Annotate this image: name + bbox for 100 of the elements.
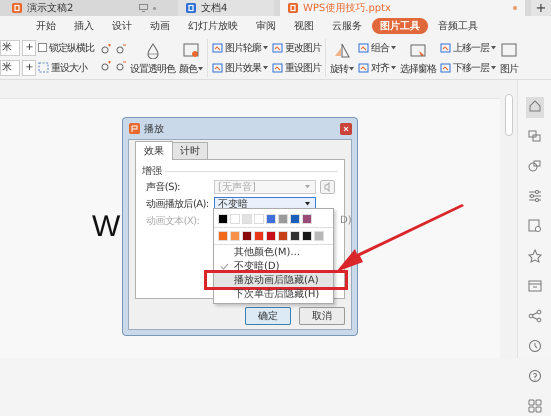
menu-tab[interactable]: 视图 <box>286 18 322 34</box>
size-field[interactable]: 米 <box>0 40 20 56</box>
menu-tab[interactable]: 开始 <box>28 18 64 34</box>
share-icon[interactable] <box>528 309 542 323</box>
ribbon-button[interactable]: 选择窗格 <box>400 40 436 76</box>
ribbon-button[interactable]: 图片轮廓 <box>212 40 268 54</box>
scrollbar-thumb[interactable] <box>505 94 513 136</box>
ribbon-button[interactable]: 下移一层 <box>440 60 496 74</box>
color-swatch[interactable] <box>290 231 300 241</box>
layers-icon[interactable] <box>528 129 542 143</box>
color-swatch[interactable] <box>278 214 288 224</box>
menu-tab[interactable]: 音频工具 <box>430 18 486 34</box>
ribbon-button[interactable]: 旋转 <box>330 40 354 76</box>
check-icon <box>220 262 228 270</box>
ribbon-button[interactable]: 上移一层 <box>440 40 496 54</box>
menu-tab[interactable]: 设计 <box>104 18 140 34</box>
sun-minus-icon[interactable] <box>115 60 126 72</box>
color-swatch[interactable] <box>266 214 276 224</box>
ribbon-button[interactable]: 颜色 <box>179 40 203 76</box>
shapes-icon[interactable] <box>528 159 542 173</box>
sun-minus-icon[interactable] <box>115 44 126 54</box>
menu-tab[interactable]: 插入 <box>66 18 102 34</box>
lock-ratio-checkbox[interactable]: 锁定纵横比 <box>38 40 94 54</box>
dialog-tab[interactable]: 效果 <box>135 141 173 160</box>
dialog-title: 播放 <box>144 122 165 136</box>
color-swatch[interactable] <box>254 231 264 241</box>
color-swatch[interactable] <box>290 214 300 224</box>
grid-icon[interactable] <box>528 399 542 413</box>
history-icon[interactable] <box>528 339 542 353</box>
app-icon <box>129 123 140 134</box>
button-label: 组合 <box>371 42 389 54</box>
ribbon-button[interactable]: 重设图片 <box>272 60 321 74</box>
field-label: 声音(S): <box>146 180 181 194</box>
menu-tab[interactable]: 幻灯片放映 <box>180 18 246 34</box>
sun-plus-icon[interactable] <box>100 44 111 54</box>
group-heading: 增强 <box>142 165 162 178</box>
color-swatch[interactable] <box>230 231 240 241</box>
ribbon-button[interactable]: 对齐 <box>358 60 396 74</box>
increase-button[interactable]: + <box>22 40 36 56</box>
home-icon[interactable] <box>528 99 542 113</box>
dialog-button[interactable]: 取消 <box>299 307 345 325</box>
button-label: 图片 <box>500 62 518 76</box>
color-swatch[interactable] <box>314 231 324 241</box>
caret-icon <box>305 202 310 206</box>
button-label: 重设图片 <box>285 62 321 74</box>
archive-icon[interactable] <box>528 279 542 293</box>
sliders-icon[interactable] <box>528 189 542 203</box>
picture-icon <box>500 42 518 58</box>
picture-icon <box>440 42 451 52</box>
button-label: 下移一层 <box>453 62 489 74</box>
color-swatch[interactable] <box>254 214 264 224</box>
menu-item[interactable]: 不变暗(D) <box>214 259 333 273</box>
menu-tab[interactable]: 云服务 <box>324 18 370 34</box>
dot-icon <box>153 6 156 10</box>
menu-item[interactable]: 播放动画后隐藏(A) <box>214 273 333 287</box>
button-label: 颜色 <box>179 62 197 76</box>
button-label: 更改图片 <box>285 42 321 54</box>
new-tab-button[interactable]: + <box>531 0 551 16</box>
menu-item[interactable]: 其他颜色(M)... <box>214 245 333 259</box>
color-swatch[interactable] <box>266 231 276 241</box>
increase-button[interactable]: + <box>22 60 36 76</box>
color-swatch[interactable] <box>302 231 312 241</box>
document-tab[interactable]: 文档4 <box>178 0 274 16</box>
picture-icon <box>358 62 369 72</box>
ribbon-button[interactable]: 组合 <box>358 40 396 54</box>
color-swatch[interactable] <box>218 231 228 241</box>
dialog-button[interactable]: 确定 <box>245 307 291 325</box>
star-icon[interactable] <box>528 249 542 263</box>
ribbon-button[interactable]: 更改图片 <box>272 40 321 54</box>
dot-icon <box>513 6 517 10</box>
document-icon <box>186 3 196 13</box>
dashed-frame-icon <box>38 62 49 73</box>
slide-text: W <box>92 212 120 242</box>
menu-tab[interactable]: 动画 <box>142 18 178 34</box>
menu-tab[interactable]: 审阅 <box>248 18 284 34</box>
ribbon-button[interactable]: 图片 <box>500 40 518 76</box>
color-swatch[interactable] <box>278 231 288 241</box>
picture-icon <box>440 62 451 72</box>
reset-size-button[interactable]: 重设大小 <box>38 60 87 74</box>
image-icon[interactable] <box>528 219 542 233</box>
triangle-icon <box>333 42 351 58</box>
picture-icon <box>272 42 283 52</box>
size-field[interactable]: 米 <box>0 60 20 76</box>
caret-icon <box>305 184 310 188</box>
color-swatch[interactable] <box>230 214 240 224</box>
help-icon[interactable] <box>528 369 542 383</box>
color-swatch[interactable] <box>242 231 252 241</box>
color-swatch[interactable] <box>302 214 312 224</box>
ribbon-button[interactable]: 设置透明色 <box>130 40 175 76</box>
color-swatch[interactable] <box>218 214 228 224</box>
sun-plus-icon[interactable] <box>100 60 111 72</box>
picture-icon <box>212 42 223 52</box>
button-label: 设置透明色 <box>130 62 175 76</box>
menu-item[interactable]: 下次单击后隐藏(H) <box>214 287 333 301</box>
close-icon[interactable] <box>340 122 352 134</box>
picture-icon <box>182 42 200 58</box>
ribbon-button[interactable]: 图片效果 <box>212 60 268 74</box>
dialog-tab[interactable]: 计时 <box>172 142 208 159</box>
picture-icon <box>212 62 223 72</box>
color-swatch[interactable] <box>242 214 252 224</box>
